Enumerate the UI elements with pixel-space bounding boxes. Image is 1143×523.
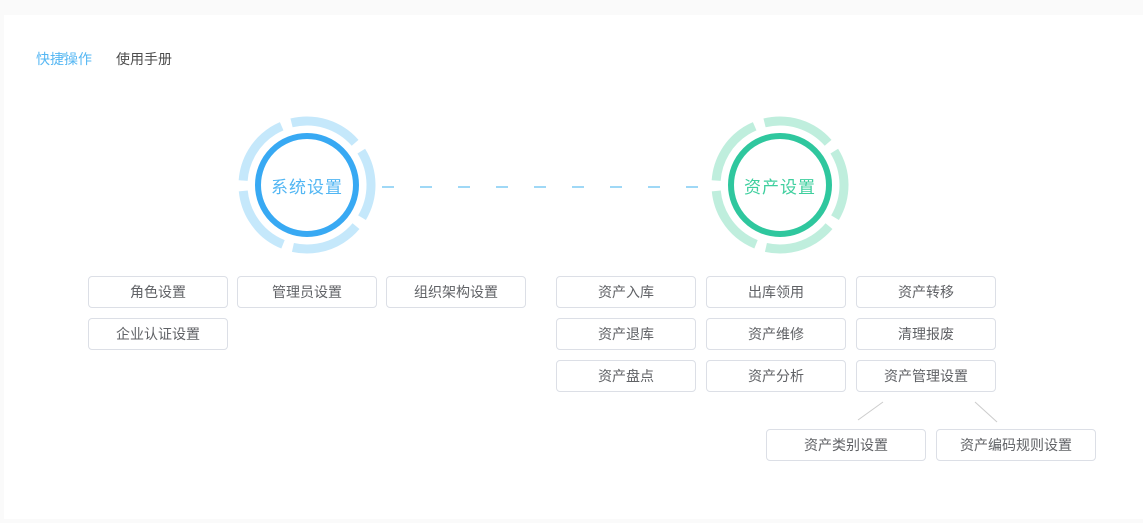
admin-settings-button[interactable]: 管理员设置	[237, 276, 377, 308]
system-settings-node: 系统设置	[236, 114, 378, 256]
org-structure-settings-button[interactable]: 组织架构设置	[386, 276, 526, 308]
asset-repair-button[interactable]: 资产维修	[706, 318, 846, 350]
sub-settings-connector-lines	[844, 395, 1014, 430]
asset-management-settings-button[interactable]: 资产管理设置	[856, 360, 996, 392]
tab-quick-actions[interactable]: 快捷操作	[36, 48, 92, 70]
quick-actions-panel: 快捷操作 使用手册 系统设置 资产设置 角色设置 管理员设置 组织架构设置 企业认…	[4, 15, 1143, 519]
system-settings-label: 系统设置	[236, 114, 378, 256]
asset-settings-label: 资产设置	[709, 114, 851, 256]
asset-inventory-button[interactable]: 资产盘点	[556, 360, 696, 392]
enterprise-certification-settings-button[interactable]: 企业认证设置	[88, 318, 228, 350]
tab-bar: 快捷操作 使用手册	[36, 48, 196, 72]
node-connector-dashed-line	[382, 186, 708, 188]
tab-user-manual[interactable]: 使用手册	[116, 48, 172, 70]
asset-settings-node: 资产设置	[709, 114, 851, 256]
role-settings-button[interactable]: 角色设置	[88, 276, 228, 308]
asset-transfer-button[interactable]: 资产转移	[856, 276, 996, 308]
asset-coding-rules-settings-button[interactable]: 资产编码规则设置	[936, 429, 1096, 461]
asset-return-button[interactable]: 资产退库	[556, 318, 696, 350]
asset-category-settings-button[interactable]: 资产类别设置	[766, 429, 926, 461]
asset-analysis-button[interactable]: 资产分析	[706, 360, 846, 392]
cleanup-scrap-button[interactable]: 清理报废	[856, 318, 996, 350]
active-tab-indicator	[62, 53, 67, 57]
asset-inbound-button[interactable]: 资产入库	[556, 276, 696, 308]
outbound-requisition-button[interactable]: 出库领用	[706, 276, 846, 308]
